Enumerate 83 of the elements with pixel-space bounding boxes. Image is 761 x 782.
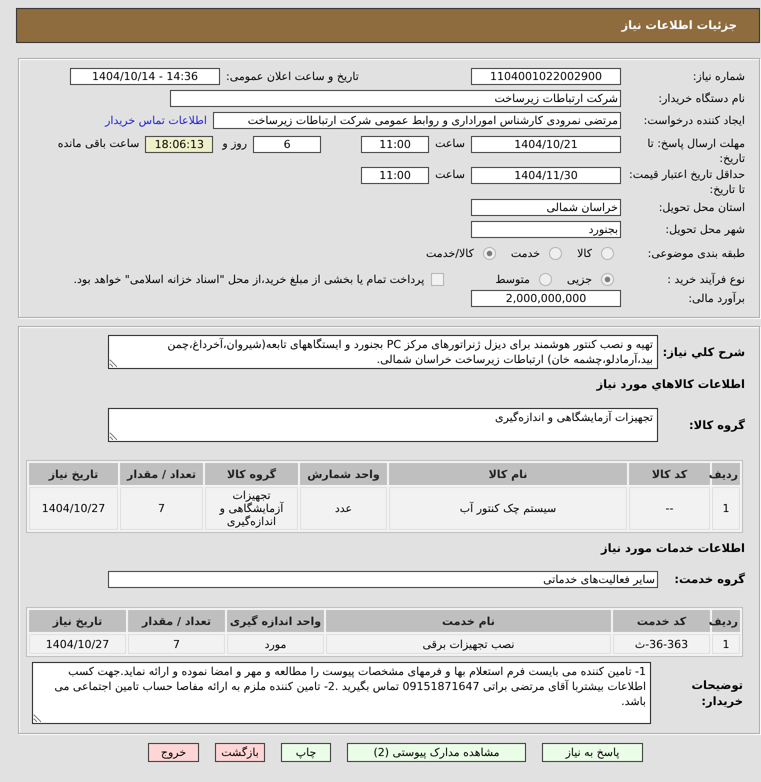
table-cell: 36-363-ث: [613, 634, 710, 654]
table-cell: 1: [712, 487, 740, 530]
field-label: توضیحات خریدار:: [690, 677, 744, 709]
table-cell: سیستم چک کنتور آب: [389, 487, 627, 530]
field-label: حداقل تاریخ اعتبار قیمت: تا تاریخ:: [628, 167, 745, 197]
table-cell: --: [629, 487, 710, 530]
column-header: واحد شمارش: [300, 463, 387, 485]
column-header: نام خدمت: [326, 610, 611, 632]
field-label: ساعت: [435, 136, 465, 151]
field-label: شهر محل تحویل:: [664, 222, 745, 237]
announce-date-field[interactable]: 1404/10/14 - 14:36: [70, 68, 220, 85]
print-button[interactable]: چاپ: [281, 743, 331, 762]
goods-group-field[interactable]: تجهیزات آزمایشگاهی و اندازه‌گیری: [108, 408, 658, 442]
remaining-time-field[interactable]: 18:06:13: [145, 136, 214, 153]
field-label: تاریخ و ساعت اعلان عمومی:: [226, 69, 359, 84]
table-cell: 1: [712, 634, 740, 654]
section-heading: اطلاعات کالاهاي مورد نياز: [595, 377, 745, 392]
field-label: ایجاد کننده درخواست:: [642, 113, 745, 128]
budget-field[interactable]: 2,000,000,000: [471, 290, 621, 307]
validity-date-field[interactable]: 1404/11/30: [471, 167, 621, 184]
exit-button[interactable]: خروج: [148, 743, 199, 762]
checkbox[interactable]: [431, 273, 444, 286]
field-label: شماره نیاز:: [692, 69, 745, 84]
option-label: متوسط: [495, 272, 530, 287]
radio-button[interactable]: [549, 247, 562, 260]
field-label: ساعت باقی مانده: [58, 136, 140, 151]
field-label: طبقه بندی موضوعی:: [646, 246, 745, 261]
attachments-button[interactable]: مشاهده مدارک پیوستی (2): [347, 743, 526, 762]
field-label: مهلت ارسال پاسخ: تا تاریخ:: [646, 136, 745, 166]
buyer-notes-field[interactable]: 1- تامین کننده می بایست فرم استعلام بها و فرمهای مشخصات پیوست را مطالعه و مهر و امضا نموده و ارائه نماید.جهت کسب اطلاعات بیشتربا آقای مرتضی براتی 09151871647 تماس بگیرید .2- تامین کننده ملزم به ارائه مفاصا حساب تامین اجتماعی می باشد.: [32, 662, 651, 724]
radio-button[interactable]: [538, 273, 552, 286]
radio-button[interactable]: [482, 247, 496, 260]
contact-info-link[interactable]: اطلاعات تماس خریدار: [105, 113, 207, 128]
option-label: کالا: [577, 246, 592, 261]
field-label: گروه کالا:: [688, 418, 745, 432]
column-header: تاریخ نیاز: [29, 463, 118, 485]
field-label: شرح کلي نياز:: [662, 344, 745, 360]
table-cell: نصب تجهیزات برقی: [326, 634, 611, 654]
column-header: کد کالا: [629, 463, 710, 485]
table-cell: مورد: [227, 634, 324, 654]
section-heading: اطلاعات خدمات مورد نیاز: [600, 541, 745, 556]
table-cell: عدد: [300, 487, 387, 530]
field-label: روز و: [222, 136, 248, 151]
table-cell: 1404/10/27: [29, 487, 118, 530]
column-header: گروه کالا: [205, 463, 298, 485]
service-group-field[interactable]: سایر فعالیت‌های خدماتی: [108, 571, 658, 588]
description-field[interactable]: تهیه و نصب کنتور هوشمند برای دیزل ژنراتورهای مرکز PC بجنورد و ایستگاههای تابعه(شیروان،آخرداغ،چمن بید،آرمادلو،چشمه خان) ارتباطات زیرساخت خراسان شمالی.: [108, 335, 658, 369]
back-button[interactable]: بازگشت: [215, 743, 265, 762]
field-label: برآورد مالی:: [687, 291, 745, 306]
column-header: نام کالا: [389, 463, 627, 485]
table-cell: تجهیزات آزمایشگاهی و اندازه‌گیری: [205, 487, 298, 530]
column-header: تعداد / مقدار: [128, 610, 225, 632]
column-header: تاریخ نیاز: [29, 610, 126, 632]
buyer-name-field[interactable]: شرکت ارتباطات زیرساخت: [170, 90, 621, 107]
field-label: گروه خدمت:: [673, 572, 745, 587]
radio-button[interactable]: [601, 273, 614, 286]
field-label: استان محل تحویل:: [658, 200, 745, 215]
requester-field[interactable]: مرتضی نمرودی کارشناس اموراداری و روابط عمومی شرکت ارتباطات زیرساخت: [213, 112, 621, 129]
field-label: نوع فرآیند خرید :: [666, 272, 745, 287]
column-header: ردیف: [712, 610, 740, 632]
option-label: کالا/خدمت: [426, 246, 474, 261]
payment-note: پرداخت تمام یا بخشی از مبلغ خرید،از محل "اسناد خزانه اسلامی" خواهد بود.: [74, 272, 424, 287]
city-field[interactable]: بجنورد: [471, 221, 621, 238]
column-header: تعداد / مقدار: [120, 463, 203, 485]
column-header: کد خدمت: [613, 610, 710, 632]
column-header: واحد اندازه گیری: [227, 610, 324, 632]
field-label: نام دستگاه خریدار:: [657, 91, 745, 106]
field-label: ساعت: [435, 167, 465, 182]
deadline-time-field[interactable]: 11:00: [361, 136, 430, 153]
province-field[interactable]: خراسان شمالی: [471, 199, 621, 216]
option-label: خدمت: [510, 246, 540, 261]
radio-button[interactable]: [601, 247, 614, 260]
table-cell: 7: [120, 487, 203, 530]
days-field[interactable]: 6: [253, 136, 322, 153]
page-title: جزئیات اطلاعات نیاز: [621, 18, 737, 33]
option-label: جزیی: [566, 272, 592, 287]
column-header: ردیف: [712, 463, 740, 485]
reply-button[interactable]: پاسخ به نیاز: [542, 743, 643, 762]
deadline-date-field[interactable]: 1404/10/21: [471, 136, 621, 153]
validity-time-field[interactable]: 11:00: [361, 167, 430, 184]
table-cell: 1404/10/27: [29, 634, 126, 654]
need-number-field[interactable]: 1104001022002900: [471, 68, 621, 85]
table-cell: 7: [128, 634, 225, 654]
